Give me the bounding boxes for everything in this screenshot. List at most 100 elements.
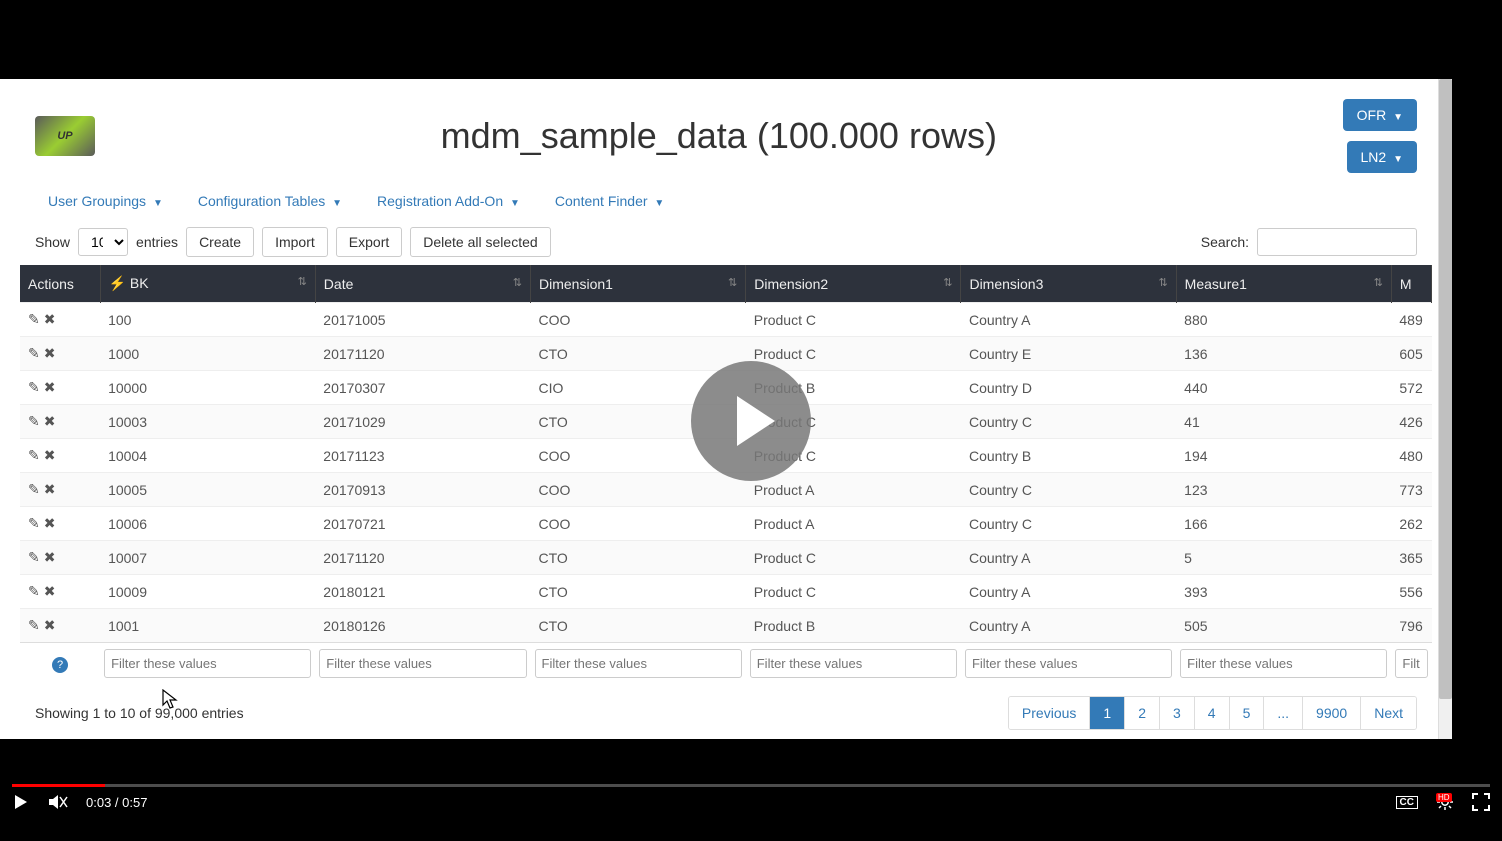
delete-icon[interactable]: ✖ bbox=[44, 617, 56, 633]
cell-m1: 880 bbox=[1176, 303, 1391, 337]
delete-icon[interactable]: ✖ bbox=[44, 515, 56, 531]
filter-dim1[interactable] bbox=[535, 649, 742, 678]
play-icon[interactable] bbox=[12, 793, 30, 811]
filter-row: ? bbox=[20, 643, 1432, 685]
page-title: mdm_sample_data (100.000 rows) bbox=[95, 115, 1343, 157]
col-date[interactable]: Date⇅ bbox=[315, 265, 530, 303]
cell-m2: 365 bbox=[1391, 541, 1431, 575]
showing-info: Showing 1 to 10 of 99,000 entries bbox=[35, 705, 244, 721]
cell-dim3: Country C bbox=[961, 473, 1176, 507]
edit-icon[interactable]: ✎ bbox=[28, 413, 40, 429]
cell-m1: 166 bbox=[1176, 507, 1391, 541]
cell-m2: 262 bbox=[1391, 507, 1431, 541]
filter-date[interactable] bbox=[319, 649, 526, 678]
delete-icon[interactable]: ✖ bbox=[44, 345, 56, 361]
video-controls: 0:03 / 0:57 CC HD bbox=[0, 784, 1502, 829]
progress-bar[interactable] bbox=[12, 784, 1490, 787]
edit-icon[interactable]: ✎ bbox=[28, 617, 40, 633]
col-dim1[interactable]: Dimension1⇅ bbox=[531, 265, 746, 303]
page-5[interactable]: 5 bbox=[1229, 697, 1264, 729]
table-row: ✎✖1000620170721COOProduct ACountry C1662… bbox=[20, 507, 1432, 541]
page-2[interactable]: 2 bbox=[1124, 697, 1159, 729]
cell-m1: 5 bbox=[1176, 541, 1391, 575]
fullscreen-icon[interactable] bbox=[1472, 793, 1490, 811]
cell-bk: 10009 bbox=[100, 575, 315, 609]
create-button[interactable]: Create bbox=[186, 227, 254, 257]
filter-bk[interactable] bbox=[104, 649, 311, 678]
edit-icon[interactable]: ✎ bbox=[28, 379, 40, 395]
edit-icon[interactable]: ✎ bbox=[28, 583, 40, 599]
filter-dim3[interactable] bbox=[965, 649, 1172, 678]
edit-icon[interactable]: ✎ bbox=[28, 311, 40, 327]
sort-icon: ⇅ bbox=[513, 276, 522, 289]
table-row: ✎✖10020171005COOProduct CCountry A880489 bbox=[20, 303, 1432, 337]
edit-icon[interactable]: ✎ bbox=[28, 481, 40, 497]
help-icon[interactable]: ? bbox=[52, 657, 68, 673]
scrollbar[interactable] bbox=[1438, 79, 1452, 739]
col-dim3[interactable]: Dimension3⇅ bbox=[961, 265, 1176, 303]
cell-m2: 796 bbox=[1391, 609, 1431, 643]
cell-dim3: Country D bbox=[961, 371, 1176, 405]
cell-date: 20171005 bbox=[315, 303, 530, 337]
cell-dim2: Product A bbox=[746, 507, 961, 541]
table-row: ✎✖100120180126CTOProduct BCountry A50579… bbox=[20, 609, 1432, 643]
edit-icon[interactable]: ✎ bbox=[28, 447, 40, 463]
ln2-dropdown[interactable]: LN2 ▼ bbox=[1347, 141, 1417, 173]
page-prev[interactable]: Previous bbox=[1009, 697, 1089, 729]
nav-config-tables[interactable]: Configuration Tables ▼ bbox=[198, 193, 342, 209]
export-button[interactable]: Export bbox=[336, 227, 402, 257]
cell-bk: 100 bbox=[100, 303, 315, 337]
delete-icon[interactable]: ✖ bbox=[44, 311, 56, 327]
cell-date: 20171120 bbox=[315, 337, 530, 371]
cell-bk: 10006 bbox=[100, 507, 315, 541]
page-1[interactable]: 1 bbox=[1089, 697, 1124, 729]
cc-button[interactable]: CC bbox=[1396, 796, 1418, 809]
delete-icon[interactable]: ✖ bbox=[44, 549, 56, 565]
cell-dim1: CTO bbox=[531, 541, 746, 575]
cell-dim1: COO bbox=[531, 473, 746, 507]
entries-select[interactable]: 10 bbox=[78, 228, 128, 256]
import-button[interactable]: Import bbox=[262, 227, 328, 257]
delete-selected-button[interactable]: Delete all selected bbox=[410, 227, 550, 257]
cell-date: 20180121 bbox=[315, 575, 530, 609]
edit-icon[interactable]: ✎ bbox=[28, 549, 40, 565]
delete-icon[interactable]: ✖ bbox=[44, 379, 56, 395]
show-label: Show bbox=[35, 234, 70, 250]
filter-dim2[interactable] bbox=[750, 649, 957, 678]
nav-registration[interactable]: Registration Add-On ▼ bbox=[377, 193, 520, 209]
col-m2-partial[interactable]: M bbox=[1391, 265, 1431, 303]
edit-icon[interactable]: ✎ bbox=[28, 345, 40, 361]
cell-bk: 10005 bbox=[100, 473, 315, 507]
cell-m1: 136 bbox=[1176, 337, 1391, 371]
delete-icon[interactable]: ✖ bbox=[44, 481, 56, 497]
page-3[interactable]: 3 bbox=[1159, 697, 1194, 729]
col-bk[interactable]: ⚡ BK⇅ bbox=[100, 265, 315, 303]
cell-dim1: CTO bbox=[531, 337, 746, 371]
ofr-dropdown[interactable]: OFR ▼ bbox=[1343, 99, 1417, 131]
settings-icon[interactable]: HD bbox=[1436, 793, 1454, 811]
edit-icon[interactable]: ✎ bbox=[28, 515, 40, 531]
page-next[interactable]: Next bbox=[1360, 697, 1416, 729]
entries-label: entries bbox=[136, 234, 178, 250]
page-last[interactable]: 9900 bbox=[1302, 697, 1360, 729]
filter-m1[interactable] bbox=[1180, 649, 1387, 678]
cell-dim3: Country E bbox=[961, 337, 1176, 371]
nav-user-groupings[interactable]: User Groupings ▼ bbox=[48, 193, 163, 209]
delete-icon[interactable]: ✖ bbox=[44, 447, 56, 463]
page-4[interactable]: 4 bbox=[1194, 697, 1229, 729]
filter-m2[interactable] bbox=[1395, 649, 1427, 678]
sort-icon: ⇅ bbox=[1374, 276, 1383, 289]
delete-icon[interactable]: ✖ bbox=[44, 413, 56, 429]
cell-dim2: Product B bbox=[746, 609, 961, 643]
col-dim2[interactable]: Dimension2⇅ bbox=[746, 265, 961, 303]
delete-icon[interactable]: ✖ bbox=[44, 583, 56, 599]
pagination: Previous 1 2 3 4 5 ... 9900 Next bbox=[1008, 696, 1417, 730]
col-m1[interactable]: Measure1⇅ bbox=[1176, 265, 1391, 303]
search-input[interactable] bbox=[1257, 228, 1417, 256]
mute-icon[interactable] bbox=[48, 793, 68, 811]
cell-date: 20170913 bbox=[315, 473, 530, 507]
play-button-overlay[interactable] bbox=[691, 361, 811, 481]
cell-dim3: Country C bbox=[961, 405, 1176, 439]
nav-content-finder[interactable]: Content Finder ▼ bbox=[555, 193, 664, 209]
scrollbar-thumb[interactable] bbox=[1439, 79, 1452, 699]
